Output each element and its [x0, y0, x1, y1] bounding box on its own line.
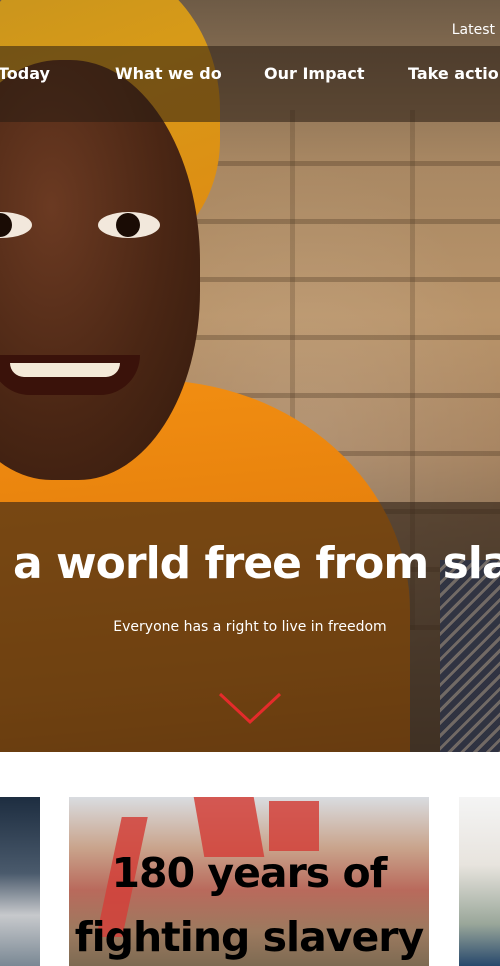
card-title-line2: fighting slavery	[74, 913, 425, 961]
hero-subtitle: Everyone has a right to live in freedom	[113, 619, 387, 635]
utility-link-label[interactable]: Latest	[452, 22, 495, 38]
nav-item-what-we-do[interactable]: What we do	[115, 46, 222, 102]
scroll-down-button[interactable]	[218, 690, 282, 726]
chevron-down-icon	[218, 692, 282, 725]
nav-item-take-action[interactable]: Take action	[408, 46, 500, 102]
hero-smile	[0, 355, 140, 395]
hero-title: r a world free from slave	[0, 538, 500, 589]
nav-item-our-impact[interactable]: Our Impact	[264, 46, 364, 102]
hero-section: Latest y Today What we do Our Impact Tak…	[0, 0, 500, 752]
main-navigation: y Today What we do Our Impact Take actio…	[0, 46, 500, 122]
card-title: 180 years of fighting slavery	[69, 841, 429, 966]
hero-eye	[98, 212, 160, 238]
feature-card-partial-left[interactable]	[0, 797, 40, 966]
nav-item-slavery-today[interactable]: y Today	[0, 46, 50, 102]
utility-link-latest[interactable]: Latest	[380, 14, 500, 46]
card-title-line1: 180 years of	[111, 849, 388, 897]
feature-cards-carousel: 180 years of fighting slavery	[0, 797, 500, 966]
feature-card-180-years[interactable]: 180 years of fighting slavery	[69, 797, 429, 966]
feature-card-partial-right[interactable]	[459, 797, 500, 966]
hero-banner: r a world free from slave Everyone has a…	[0, 502, 500, 752]
